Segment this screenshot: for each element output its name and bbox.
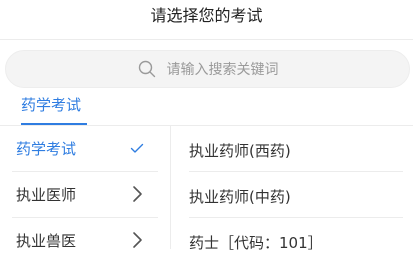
category-item-veterinarian[interactable]: 执业兽医 — [0, 218, 171, 264]
tab-pharmacy-exam[interactable]: 药学考试 — [21, 95, 81, 115]
search-input[interactable]: 请输入搜索关键词 — [5, 50, 410, 88]
exam-label: 药士［代码：101］ — [189, 234, 323, 252]
exam-label: 执业药师(中药) — [189, 188, 291, 206]
category-item-pharmacy[interactable]: 药学考试 — [0, 126, 171, 172]
category-label: 药学考试 — [16, 140, 77, 158]
page-title: 请选择您的考试 — [0, 0, 413, 40]
category-item-physician[interactable]: 执业医师 — [0, 172, 171, 218]
search-placeholder: 请输入搜索关键词 — [166, 62, 279, 78]
search-icon — [137, 59, 157, 79]
tab-active-indicator — [21, 123, 87, 125]
exam-label: 执业药师(西药) — [189, 142, 291, 160]
category-list: 药学考试 执业医师 执业兽医 — [0, 126, 171, 250]
exam-item-western-pharmacist[interactable]: 执业药师(西药) — [171, 126, 413, 172]
tab-bar: 药学考试 — [0, 90, 413, 126]
exam-item-chinese-pharmacist[interactable]: 执业药师(中药) — [171, 172, 413, 218]
category-label: 执业兽医 — [16, 232, 77, 250]
category-label: 执业医师 — [16, 186, 77, 204]
chevron-right-icon — [130, 184, 144, 204]
exam-list: 执业药师(西药) 执业药师(中药) 药士［代码：101］ — [171, 126, 413, 252]
exam-item-pharmacy-assistant[interactable]: 药士［代码：101］ — [171, 218, 413, 264]
chevron-right-icon — [130, 230, 144, 250]
check-icon — [130, 138, 144, 158]
